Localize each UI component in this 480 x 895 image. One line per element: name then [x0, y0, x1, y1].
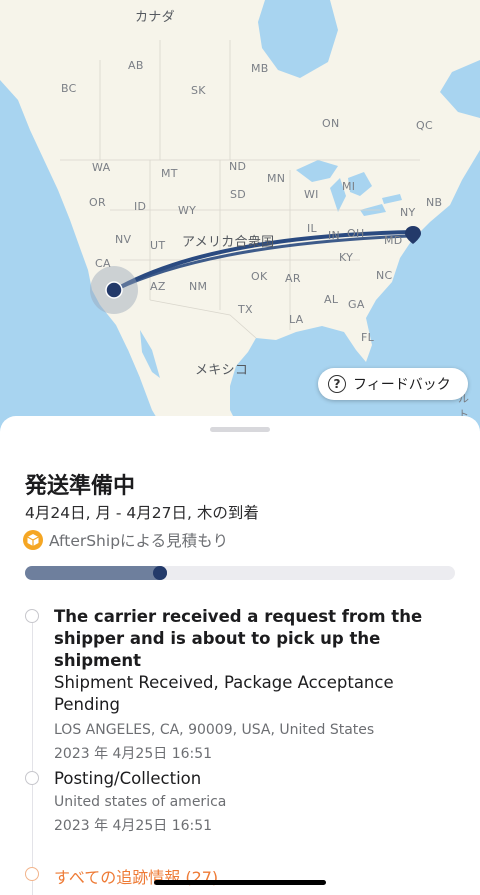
map-label-region: WA [92, 161, 111, 174]
map-label-region: IN [328, 229, 341, 242]
tracking-event-content: The carrier received a request from the … [54, 606, 460, 764]
map-label-region: NC [376, 269, 393, 282]
timeline-line [32, 616, 33, 895]
event-time: 2023 年 4月25日 16:51 [54, 746, 213, 762]
map-label-mexico: メキシコ [195, 363, 249, 378]
event-location: LOS ANGELES, CA, 90009, USA, United Stat… [54, 722, 375, 738]
map-label-usa: アメリカ合衆国 [182, 235, 275, 250]
map-label-region: NV [115, 233, 132, 246]
timeline-dot-more [25, 867, 39, 881]
map-label-region: NY [400, 206, 416, 219]
map-label-region: GA [348, 298, 365, 311]
map-view[interactable]: カナダ アメリカ合衆国 メキシコ AB MB BC SK ON QC WA ND… [0, 0, 480, 440]
aftership-box-icon [23, 530, 43, 550]
home-indicator [154, 880, 326, 885]
map-label-region: MD [384, 234, 403, 247]
progress-knob [153, 566, 167, 580]
event-subtitle: Shipment Received, Package Acceptance Pe… [54, 673, 394, 714]
map-label-region: OR [89, 196, 106, 209]
feedback-button-label: フィードバック [353, 377, 451, 393]
map-label-region: MN [267, 172, 286, 185]
tracking-event-content: Posting/Collection United states of amer… [54, 768, 460, 836]
map-label-region: MI [342, 180, 356, 193]
map-label-region: ON [322, 117, 340, 130]
estimated-delivery-range: 4月24日, 月 - 4月27日, 木の到着 [25, 504, 259, 522]
map-label-region: QC [416, 119, 433, 132]
map-label-region: UT [150, 239, 166, 252]
map-label-region: CA [95, 257, 111, 270]
shipment-progress-bar [25, 566, 455, 580]
map-label-region: NB [426, 196, 443, 209]
estimate-source: AfterShipによる見積もり [23, 529, 228, 551]
map-label-region: ID [134, 200, 147, 213]
status-title: 発送準備中 [25, 474, 136, 499]
map-label-region: MB [251, 62, 269, 75]
map-label-region: BC [61, 82, 77, 95]
map-label-region: WI [304, 188, 319, 201]
map-label-region: AR [285, 272, 301, 285]
tracking-sheet: 発送準備中 4月24日, 月 - 4月27日, 木の到着 AfterShipによ… [0, 416, 480, 895]
map-label-region: NM [189, 280, 208, 293]
map-label-region: MT [161, 167, 178, 180]
map-label-region: AZ [150, 280, 166, 293]
map-label-region: SD [230, 188, 247, 201]
map-label-region: WY [178, 204, 197, 217]
map-label-canada: カナダ [135, 10, 175, 25]
map-label-region: SK [191, 84, 206, 97]
event-title: The carrier received a request from the … [54, 607, 423, 670]
destination-marker-icon[interactable] [403, 225, 423, 245]
map-label-region: KY [339, 251, 354, 264]
progress-fill [25, 566, 167, 580]
map-label-region: OH [347, 227, 365, 240]
map-label-region: FL [361, 331, 375, 344]
estimate-source-label: AfterShipによる見積もり [49, 532, 229, 550]
question-circle-icon: ? [328, 375, 346, 393]
map-label-region: OK [251, 270, 268, 283]
timeline-dot [25, 771, 39, 785]
event-title: Posting/Collection [54, 769, 202, 788]
event-location: United states of america [54, 794, 227, 810]
feedback-button[interactable]: ? フィードバック [318, 368, 468, 400]
map-label-region: TX [238, 303, 253, 316]
map-label-region: IL [307, 222, 317, 235]
map-label-region: LA [289, 313, 304, 326]
map-label-region: AL [324, 293, 339, 306]
timeline-dot [25, 609, 39, 623]
map-label-region: AB [128, 59, 144, 72]
map-label-region: ND [229, 160, 247, 173]
sheet-drag-handle[interactable] [210, 427, 270, 432]
event-time: 2023 年 4月25日 16:51 [54, 818, 213, 834]
